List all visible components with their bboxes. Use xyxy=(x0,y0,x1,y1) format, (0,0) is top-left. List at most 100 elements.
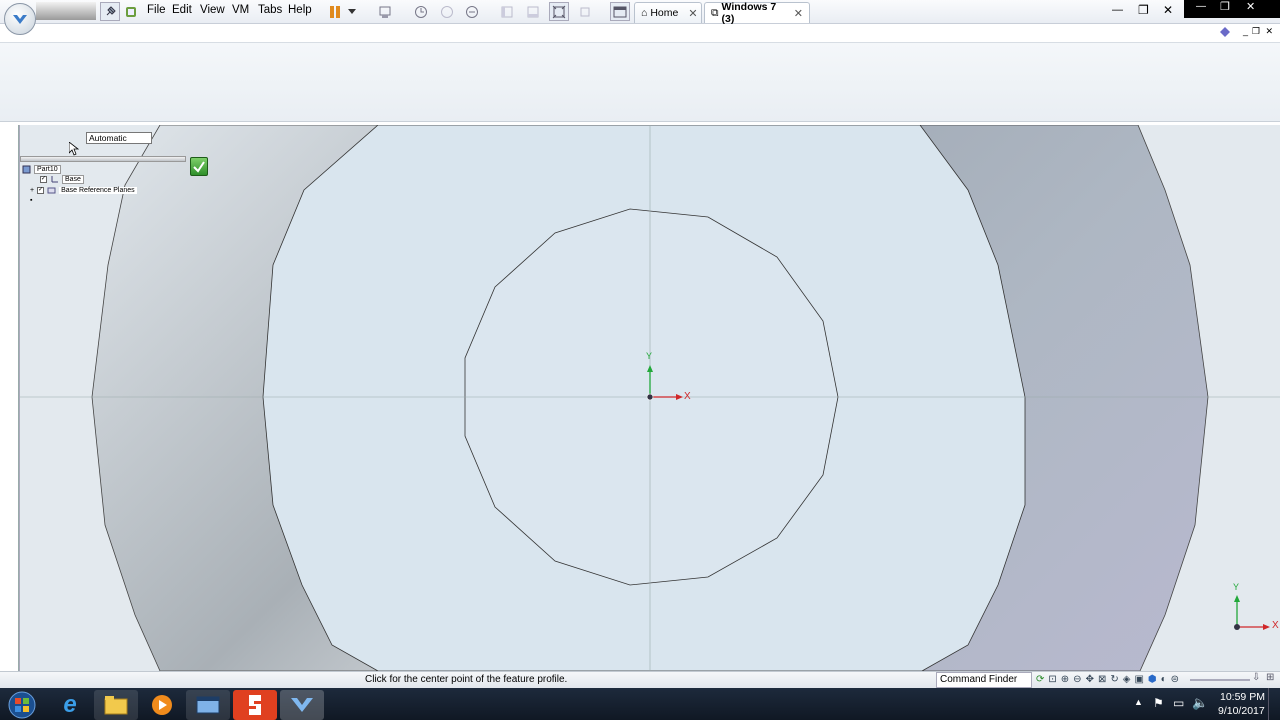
menu-view[interactable]: View xyxy=(200,4,225,16)
vm-icon: ⧉ xyxy=(711,6,719,19)
vmware-logo[interactable] xyxy=(4,3,36,35)
help-diamond-icon[interactable] xyxy=(1220,27,1230,37)
planes-icon xyxy=(47,187,56,194)
pin-icon[interactable] xyxy=(100,2,120,21)
zoom-out-icon[interactable]: ⊖ xyxy=(1073,674,1081,685)
coordinate-system-icon xyxy=(51,176,58,183)
send-keys-icon[interactable] xyxy=(376,2,394,21)
left-strip xyxy=(0,125,19,671)
origin-x-label: X xyxy=(684,391,691,402)
sketch-view-icon[interactable]: ▣ xyxy=(1134,674,1143,685)
part-icon xyxy=(22,165,31,174)
graphics-viewport[interactable]: Y X Y X Automatic xyxy=(19,125,1280,671)
taskbar-solid-edge[interactable] xyxy=(233,690,277,720)
fit-icon[interactable]: ⊠ xyxy=(1098,674,1106,685)
corner-y-label: Y xyxy=(1233,582,1240,592)
guest-restore-button[interactable]: ❐ xyxy=(1220,0,1230,13)
fullscreen-icon[interactable] xyxy=(549,2,569,21)
chevron-down-icon[interactable] xyxy=(346,2,358,21)
zoom-icon[interactable]: ⊕ xyxy=(1061,674,1069,685)
tree-item-base[interactable]: ✓ Base xyxy=(40,175,84,184)
clock-date[interactable]: 9/10/2017 xyxy=(1218,705,1265,717)
app-close-button[interactable]: ✕ xyxy=(1265,26,1273,37)
tab-home-close-icon[interactable]: ✕ xyxy=(688,7,697,20)
shaded-icon[interactable]: ⬢ xyxy=(1148,674,1157,685)
expand-icon[interactable]: + xyxy=(30,187,34,194)
clock-time[interactable]: 10:59 PM xyxy=(1220,691,1265,703)
revert-snapshot-icon xyxy=(438,2,456,21)
snapshot-manager-icon[interactable] xyxy=(463,2,481,21)
guest-minimize-button[interactable]: — xyxy=(1196,1,1206,12)
refresh-icon[interactable]: ⟳ xyxy=(1036,674,1044,685)
thumbnail-bar-icon xyxy=(524,2,542,21)
internet-explorer-icon: e xyxy=(63,691,77,718)
orientation-combo[interactable]: Automatic xyxy=(86,132,152,144)
folder-icon xyxy=(104,696,128,715)
checkbox[interactable]: ✓ xyxy=(40,176,47,183)
tab-home-label: Home xyxy=(650,7,679,19)
unity-icon xyxy=(576,2,594,21)
volume-icon[interactable]: 🔈 xyxy=(1192,695,1208,711)
start-button[interactable] xyxy=(2,690,42,720)
vm-library-toggle[interactable] xyxy=(36,2,96,20)
guest-close-button[interactable]: ✕ xyxy=(1246,0,1255,13)
accept-button[interactable] xyxy=(190,157,208,176)
library-icon xyxy=(498,2,516,21)
windows-taskbar: e ▲ ⚑ ▭ 🔈 10:59 PM 9/10/2017 xyxy=(0,688,1280,720)
snapshot-icon[interactable] xyxy=(412,2,430,21)
solid-edge-icon xyxy=(249,695,261,715)
window-icon xyxy=(196,696,220,714)
menu-file[interactable]: File xyxy=(147,4,166,16)
tree-root-label: Part10 xyxy=(34,165,61,174)
command-finder-input[interactable]: Command Finder xyxy=(936,672,1032,688)
console-view-icon[interactable] xyxy=(610,2,630,21)
home-icon: ⌂ xyxy=(641,7,648,19)
tree-item-planes[interactable]: + ✓ Base Reference Planes xyxy=(30,186,137,195)
rotate-icon[interactable]: ↻ xyxy=(1110,674,1118,685)
pan-icon[interactable]: ✥ xyxy=(1086,674,1094,685)
vm-close-button[interactable]: ✕ xyxy=(1163,3,1173,17)
taskbar-window[interactable] xyxy=(186,690,230,720)
action-center-icon[interactable]: ⚑ xyxy=(1153,696,1164,710)
tab-windows7-close-icon[interactable]: ✕ xyxy=(794,7,803,20)
menu-help[interactable]: Help xyxy=(288,4,312,16)
taskbar-media-player[interactable] xyxy=(140,690,184,720)
status-bar: Click for the center point of the featur… xyxy=(0,671,1280,688)
vm-restore-button[interactable]: ❐ xyxy=(1138,3,1149,17)
network-icon[interactable]: ▭ xyxy=(1173,696,1184,710)
zoom-area-icon[interactable]: ⊡ xyxy=(1048,674,1056,685)
pause-icon[interactable] xyxy=(328,2,342,21)
vm-minimize-button[interactable]: — xyxy=(1112,4,1123,16)
media-player-icon xyxy=(152,695,172,715)
checkmark-icon xyxy=(193,160,205,173)
tree-item-extra[interactable]: ▪ xyxy=(30,197,32,204)
taskbar-explorer[interactable] xyxy=(94,690,138,720)
origin-y-label: Y xyxy=(646,351,653,361)
view-icon[interactable]: ◈ xyxy=(1123,674,1131,685)
checkbox[interactable]: ✓ xyxy=(37,187,45,194)
show-hidden-icons[interactable]: ▲ xyxy=(1134,697,1143,707)
vm-taskbar-icon xyxy=(291,698,313,712)
taskbar-vm[interactable] xyxy=(280,690,324,720)
app-minimize-button[interactable]: _ xyxy=(1243,26,1248,36)
menu-vm[interactable]: VM xyxy=(232,4,249,16)
selector-bar[interactable] xyxy=(20,156,186,162)
tab-home[interactable]: ⌂ Home ✕ xyxy=(634,2,702,23)
tree-root[interactable]: Part10 xyxy=(22,165,61,174)
ribbon xyxy=(0,42,1280,122)
app-restore-button[interactable]: ❐ xyxy=(1252,26,1260,37)
menu-edit[interactable]: Edit xyxy=(172,4,192,16)
collapse-icon[interactable]: ▪ xyxy=(30,197,32,204)
menu-tabs[interactable]: Tabs xyxy=(258,4,282,16)
display-icon[interactable]: ◐ xyxy=(1161,674,1167,685)
more-icon[interactable]: ⊜ xyxy=(1171,674,1179,685)
tab-windows7[interactable]: ⧉ Windows 7 (3) ✕ xyxy=(704,1,810,25)
taskbar-ie[interactable]: e xyxy=(48,690,92,720)
show-desktop-button[interactable] xyxy=(1268,688,1280,720)
zoom-slider[interactable] xyxy=(1190,679,1250,681)
vm-app-icon[interactable] xyxy=(123,2,139,21)
guest-window-controls: — ❐ ✕ xyxy=(1184,0,1280,18)
tab-windows7-label: Windows 7 (3) xyxy=(721,1,777,25)
slider-thumb-icon[interactable]: ⇩ xyxy=(1252,672,1260,683)
slider-end-icon[interactable]: ⊞ xyxy=(1266,672,1274,683)
